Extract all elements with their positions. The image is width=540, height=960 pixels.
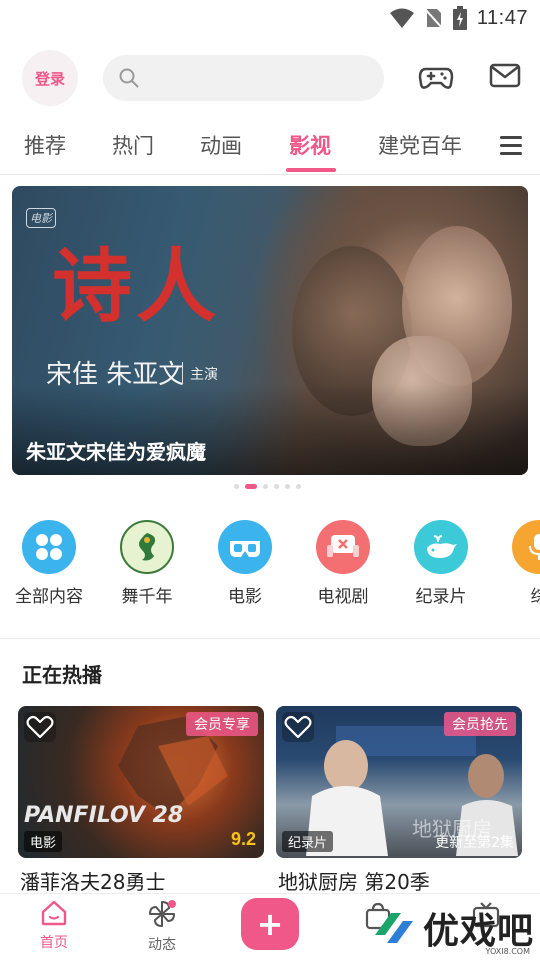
poster-text: PANFILOV 28 [24, 803, 183, 828]
favorite-heart-icon[interactable] [282, 712, 314, 742]
nav-feed[interactable]: 动态 [127, 900, 197, 954]
login-button[interactable]: 登录 [22, 50, 78, 106]
featured-banner[interactable]: 电影 诗人 宋佳 朱亚文 主演 朱亚文宋佳为爱疯魔 [12, 186, 528, 475]
menu-icon[interactable] [500, 134, 522, 156]
home-icon [41, 900, 67, 926]
section-divider [0, 638, 540, 639]
watermark: 优戏吧 YOXI8.COM [371, 902, 534, 956]
bottom-navigation: 首页 动态 + 优戏吧 YOXI8.COM [0, 893, 540, 960]
video-title[interactable]: 潘菲洛夫28勇士 [20, 866, 165, 895]
category-all-content[interactable]: 全部内容 [0, 520, 98, 607]
microphone-icon [512, 520, 540, 574]
battery-charging-icon [452, 6, 467, 30]
genre-tag: 电影 [24, 831, 63, 852]
header: 登录 [0, 50, 540, 106]
category-label: 电视剧 [317, 587, 369, 607]
carousel-dot-active[interactable] [245, 484, 257, 489]
status-bar: 11:47 [0, 0, 540, 36]
favorite-heart-icon[interactable] [24, 712, 56, 742]
rating-score: 9.2 [230, 829, 256, 849]
status-time: 11:47 [476, 6, 528, 29]
tv-sofa-icon [316, 520, 370, 574]
dragon-emblem-icon [120, 520, 174, 574]
carousel-dot[interactable] [274, 484, 279, 489]
tab-hot[interactable]: 热门 [112, 130, 154, 160]
vip-badge: 会员专享 [186, 712, 258, 736]
carousel-dot[interactable] [234, 484, 239, 489]
banner-badge: 电影 [26, 208, 56, 228]
category-movie[interactable]: 电影 [196, 520, 294, 607]
video-card[interactable]: PANFILOV 28 会员专享 电影 9.2 [18, 706, 264, 858]
category-tv-series[interactable]: 电视剧 [294, 520, 392, 607]
watermark-url: YOXI8.COM [485, 947, 531, 956]
category-label: 综 [530, 587, 540, 607]
category-tabs: 推荐 热门 动画 影视 建党百年 [0, 122, 540, 174]
carousel-dot[interactable] [285, 484, 290, 489]
nav-label: 首页 [40, 935, 68, 951]
no-sim-icon [424, 8, 443, 29]
video-card[interactable]: 地狱厨房 会员抢先 纪录片 更新至第2集 [276, 706, 522, 858]
banner-caption: 朱亚文宋佳为爱疯魔 [26, 440, 206, 464]
carousel-dot[interactable] [296, 484, 301, 489]
whale-icon [414, 520, 468, 574]
tab-animation[interactable]: 动画 [200, 130, 242, 160]
add-button[interactable]: + [241, 898, 299, 950]
category-label: 全部内容 [15, 587, 83, 607]
category-label: 舞千年 [121, 587, 173, 607]
tabs-divider [0, 174, 540, 175]
active-tab-underline [286, 168, 336, 172]
3d-glasses-icon [218, 520, 272, 574]
grid-icon [22, 520, 76, 574]
section-title: 正在热播 [22, 663, 102, 687]
category-label: 纪录片 [415, 587, 467, 607]
carousel-dots [234, 484, 301, 489]
banner-cast: 宋佳 朱亚文 [46, 360, 185, 390]
episode-update: 更新至第2集 [435, 835, 514, 851]
nav-label: 动态 [148, 937, 176, 953]
nav-home[interactable]: 首页 [19, 900, 89, 952]
gamepad-icon[interactable] [418, 60, 454, 96]
mail-icon[interactable] [489, 62, 521, 90]
category-label: 电影 [228, 587, 262, 607]
category-dance-millennium[interactable]: 舞千年 [98, 520, 196, 607]
search-input[interactable] [149, 55, 369, 101]
category-documentary[interactable]: 纪录片 [392, 520, 490, 607]
video-title[interactable]: 地狱厨房 第20季 [278, 866, 430, 895]
carousel-dot[interactable] [263, 484, 268, 489]
yoxi8-logo-icon [374, 913, 413, 943]
banner-role: 主演 [190, 367, 218, 383]
wifi-icon [389, 8, 414, 28]
search-bar[interactable] [103, 55, 384, 101]
pinwheel-icon [149, 900, 176, 927]
banner-poster-title: 诗人 [52, 239, 220, 333]
banner-cast-separator [182, 362, 183, 384]
tab-party-centenary[interactable]: 建党百年 [378, 130, 462, 160]
tab-recommend[interactable]: 推荐 [24, 130, 66, 160]
genre-tag: 纪录片 [282, 831, 334, 852]
category-shortcuts: 全部内容 舞千年 电影 电视剧 纪录片 综 [0, 520, 540, 610]
search-icon [119, 68, 139, 88]
tab-film-tv[interactable]: 影视 [289, 130, 331, 160]
vip-badge: 会员抢先 [444, 712, 516, 736]
category-variety[interactable]: 综 [490, 520, 540, 607]
status-icons: 11:47 [389, 6, 528, 30]
